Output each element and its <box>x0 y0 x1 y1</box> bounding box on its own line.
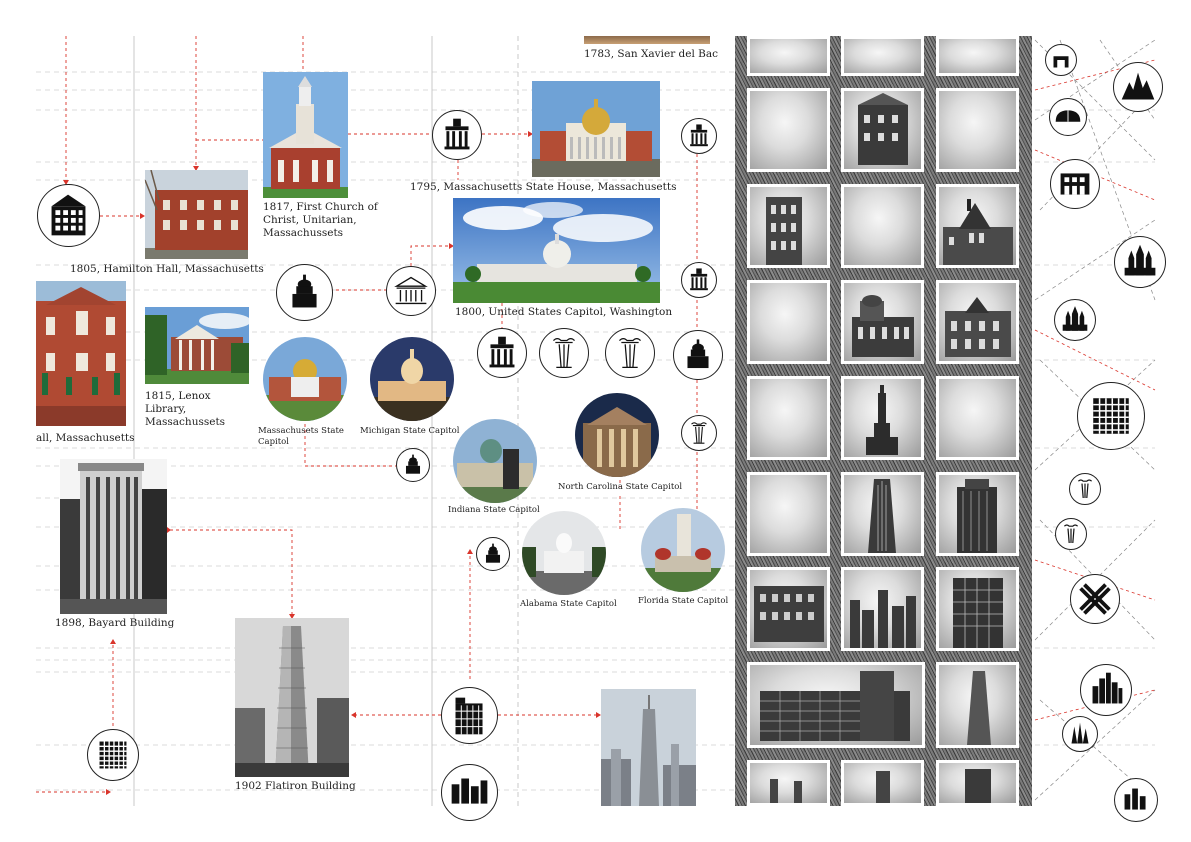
tile-r2c2 <box>936 184 1019 268</box>
cathedral-icon <box>1054 299 1096 341</box>
ionic-column-icon <box>539 328 589 378</box>
photo-hamilton-hall <box>145 170 248 259</box>
column-portico-icon <box>681 262 717 298</box>
caption-first-church: 1817, First Church of Christ, Unitarian,… <box>263 201 378 239</box>
caption-bayard-building: 1898, Bayard Building <box>55 617 175 629</box>
photo-florida-capitol <box>641 508 725 592</box>
caption-mass-state-house: 1795, Massachusetts State House, Massach… <box>410 181 677 193</box>
caption-hamilton-hall: 1805, Hamilton Hall, Massachusetts <box>70 263 264 275</box>
tile-r2c0 <box>747 184 830 268</box>
caption-florida-capitol: Florida State Capitol <box>638 596 729 606</box>
photo-empire-state <box>601 689 696 806</box>
vault-icon <box>1049 98 1087 136</box>
photo-first-church <box>263 72 348 198</box>
dome-building-icon <box>396 448 430 482</box>
tile-r8c2 <box>936 760 1019 806</box>
tile-r4c0 <box>747 376 830 460</box>
tile-r8c1 <box>841 760 924 806</box>
ionic-column-icon <box>1055 518 1087 550</box>
tile-r5c0 <box>747 472 830 556</box>
caption-old-hall: all, Massachusetts <box>36 432 135 444</box>
crossed-truss-icon <box>1070 574 1120 624</box>
tile-r0c0 <box>747 36 830 76</box>
tile-r5c2 <box>936 472 1019 556</box>
tile-r3c2 <box>936 280 1019 364</box>
tile-r5c1 <box>841 472 924 556</box>
tile-r1c0 <box>747 88 830 172</box>
tile-r7c2 <box>936 662 1019 748</box>
caption-nc-capitol: North Carolina State Capitol <box>558 482 683 492</box>
skyline-icon <box>1080 664 1132 716</box>
mountain-spire-icon <box>1113 62 1163 112</box>
ionic-column-icon <box>681 415 717 451</box>
tile-r3c0 <box>747 280 830 364</box>
photo-bayard-building <box>60 459 167 614</box>
tile-r8c0 <box>747 760 830 806</box>
tile-r4c1 <box>841 376 924 460</box>
caption-michigan-capitol: Michigan State Capitol <box>360 426 460 436</box>
tile-r1c2 <box>936 88 1019 172</box>
spires-icon <box>1062 716 1098 752</box>
grid-tower-icon <box>87 729 139 781</box>
tile-r7c0 <box>747 662 925 748</box>
photo-flatiron-building <box>235 618 349 777</box>
warehouse-icon <box>37 184 100 247</box>
photo-us-capitol <box>453 198 660 303</box>
grid-tower-icon <box>1077 382 1145 450</box>
caption-flatiron-building: 1902 Flatiron Building <box>235 780 356 792</box>
caption-san-xavier: 1783, San Xavier del Bac <box>584 48 719 60</box>
tile-r0c2 <box>936 36 1019 76</box>
arcade-building-icon <box>1050 159 1100 209</box>
dome-building-icon <box>276 264 333 321</box>
arch-icon <box>1045 44 1077 76</box>
photo-mass-capitol <box>263 337 347 421</box>
dome-building-icon <box>673 330 723 380</box>
tile-r1c1 <box>841 88 924 172</box>
photo-nc-capitol <box>575 393 659 477</box>
dome-building-icon <box>476 537 510 571</box>
tile-r6c2 <box>936 567 1019 651</box>
column-portico-icon <box>681 118 717 154</box>
photo-mass-state-house <box>532 81 660 177</box>
temple-icon <box>386 266 436 316</box>
setback-tower-icon <box>441 687 498 744</box>
column-portico-icon <box>477 328 527 378</box>
caption-alabama-capitol: Alabama State Capitol <box>520 599 617 609</box>
photo-indiana-capitol <box>453 419 537 503</box>
photo-old-hall <box>36 281 126 426</box>
caption-indiana-capitol: Indiana State Capitol <box>448 505 540 515</box>
tile-r6c1 <box>841 567 924 651</box>
skyline-icon <box>1114 778 1158 822</box>
tile-r3c1 <box>841 280 924 364</box>
photo-michigan-capitol <box>370 337 454 421</box>
photo-lenox-library <box>145 307 249 384</box>
photo-san-xavier <box>584 36 710 44</box>
ionic-column-icon <box>605 328 655 378</box>
tile-r6c0 <box>747 567 830 651</box>
skyline-icon <box>441 764 498 821</box>
cathedral-icon <box>1114 236 1166 288</box>
caption-lenox-library: 1815, Lenox Library, Massachussets <box>145 390 226 428</box>
caption-mass-capitol: Massachusets State Capitol <box>258 426 344 447</box>
caption-us-capitol: 1800, United States Capitol, Washington <box>455 306 673 318</box>
tile-r4c2 <box>936 376 1019 460</box>
tile-r0c1 <box>841 36 924 76</box>
column-portico-icon <box>432 110 482 160</box>
photo-alabama-capitol <box>522 511 606 595</box>
ionic-column-icon <box>1069 473 1101 505</box>
tile-r2c1 <box>841 184 924 268</box>
